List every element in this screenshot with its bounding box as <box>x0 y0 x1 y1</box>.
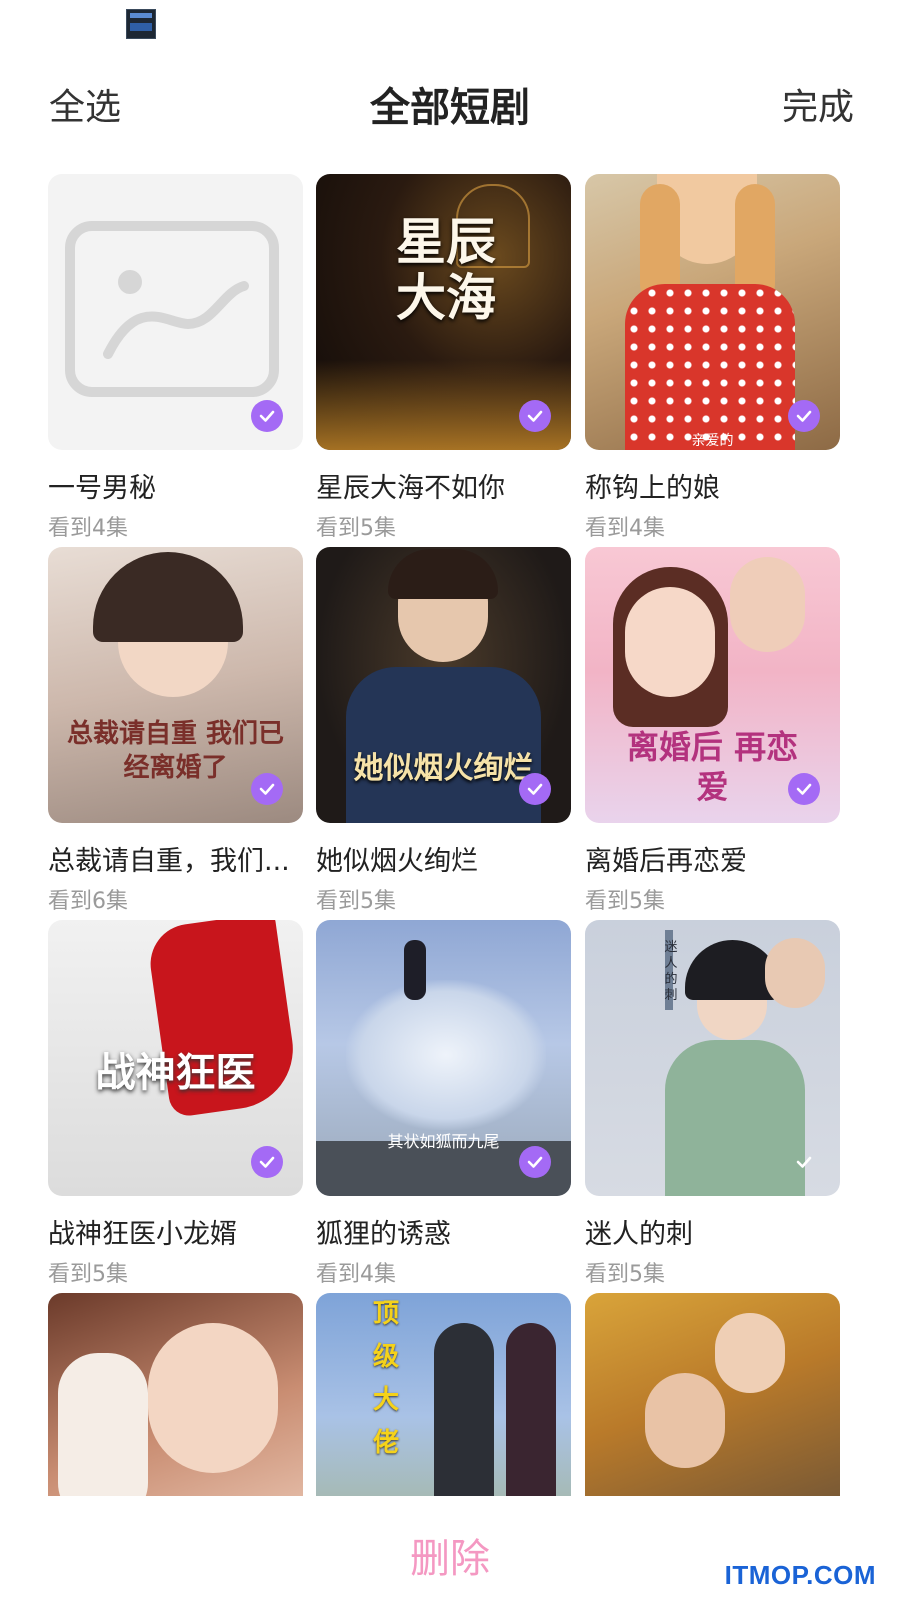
drama-card[interactable]: 星辰大海 星辰大海不如你 看到5集 <box>316 174 571 541</box>
drama-card[interactable]: 战神狂医 战神狂医小龙婿 看到5集 <box>48 920 303 1287</box>
drama-cover: 迷人的刺 <box>585 920 840 1196</box>
cover-title-text: 战神狂医 <box>95 1049 256 1096</box>
drama-card[interactable]: 她似烟火绚烂 她似烟火绚烂 看到5集 <box>316 547 571 914</box>
drama-title: 她似烟火绚烂 <box>316 846 478 877</box>
drama-title: 一号男秘 <box>48 473 156 504</box>
drama-cover <box>585 1293 840 1496</box>
drama-cover <box>48 1293 303 1496</box>
selected-check-icon[interactable] <box>519 1146 551 1178</box>
drama-title: 总裁请自重，我们... <box>48 846 290 877</box>
drama-cover: 顶级大佬 <box>316 1293 571 1496</box>
cover-title-text: 迷人的刺 <box>664 940 678 1003</box>
selected-check-icon[interactable] <box>788 400 820 432</box>
drama-progress: 看到4集 <box>48 516 128 541</box>
drama-cover: 总裁请自重 我们已经离婚了 <box>48 547 303 823</box>
drama-progress: 看到5集 <box>585 889 665 914</box>
drama-card[interactable]: 迷人的刺 迷人的刺 看到5集 <box>585 920 840 1287</box>
drama-card[interactable]: 离婚后 再恋爱 离婚后再恋爱 看到5集 <box>585 547 840 914</box>
drama-progress: 看到5集 <box>585 1262 665 1287</box>
drama-progress: 看到6集 <box>48 889 128 914</box>
selected-check-icon[interactable] <box>788 773 820 805</box>
top-bar: 全选 全部短剧 完成 <box>0 70 900 136</box>
drama-title: 迷人的刺 <box>585 1219 693 1250</box>
drama-cover: 其状如狐而九尾 <box>316 920 571 1196</box>
drama-card[interactable]: 一号男秘 看到4集 <box>48 174 303 541</box>
drama-progress: 看到4集 <box>585 516 665 541</box>
drama-grid: 一号男秘 看到4集 星辰大海 星辰大海不如你 看到5集 亲爱的 称钩上的娘 看到… <box>48 174 858 1496</box>
drama-progress: 看到4集 <box>316 1262 396 1287</box>
drama-title: 离婚后再恋爱 <box>585 846 747 877</box>
drama-title: 称钩上的娘 <box>585 473 720 504</box>
drama-progress: 看到5集 <box>316 889 396 914</box>
drama-cover: 星辰大海 <box>316 174 571 450</box>
drama-card[interactable] <box>48 1293 303 1496</box>
drama-cover <box>48 174 303 450</box>
drama-title: 狐狸的诱惑 <box>316 1219 451 1250</box>
drama-cover: 亲爱的 <box>585 174 840 450</box>
cover-title-text: 星辰大海 <box>396 212 496 327</box>
drama-title: 战神狂医小龙婿 <box>48 1219 237 1250</box>
drama-progress: 看到5集 <box>316 516 396 541</box>
selected-check-icon[interactable] <box>251 400 283 432</box>
page-title: 全部短剧 <box>370 85 530 131</box>
status-bar-app-icon <box>126 9 156 39</box>
selected-check-icon[interactable] <box>519 773 551 805</box>
unselected-check-icon[interactable] <box>788 1146 820 1178</box>
drama-cover: 她似烟火绚烂 <box>316 547 571 823</box>
drama-card[interactable]: 亲爱的 称钩上的娘 看到4集 <box>585 174 840 541</box>
drama-card[interactable]: 其状如狐而九尾 狐狸的诱惑 看到4集 <box>316 920 571 1287</box>
watermark-text: ITMOP.COM <box>724 1560 876 1590</box>
drama-cover: 离婚后 再恋爱 <box>585 547 840 823</box>
drama-title: 星辰大海不如你 <box>316 473 505 504</box>
drama-card[interactable]: 顶级大佬 <box>316 1293 571 1496</box>
selected-check-icon[interactable] <box>251 1146 283 1178</box>
drama-card[interactable] <box>585 1293 840 1496</box>
selected-check-icon[interactable] <box>251 773 283 805</box>
drama-cover: 战神狂医 <box>48 920 303 1196</box>
cover-caption-text: 亲爱的 <box>691 433 734 449</box>
drama-card[interactable]: 总裁请自重 我们已经离婚了 总裁请自重，我们... 看到6集 <box>48 547 303 914</box>
cover-title-text: 顶级大佬 <box>372 1299 399 1458</box>
selected-check-icon[interactable] <box>519 400 551 432</box>
done-button[interactable]: 完成 <box>782 78 854 130</box>
drama-progress: 看到5集 <box>48 1262 128 1287</box>
